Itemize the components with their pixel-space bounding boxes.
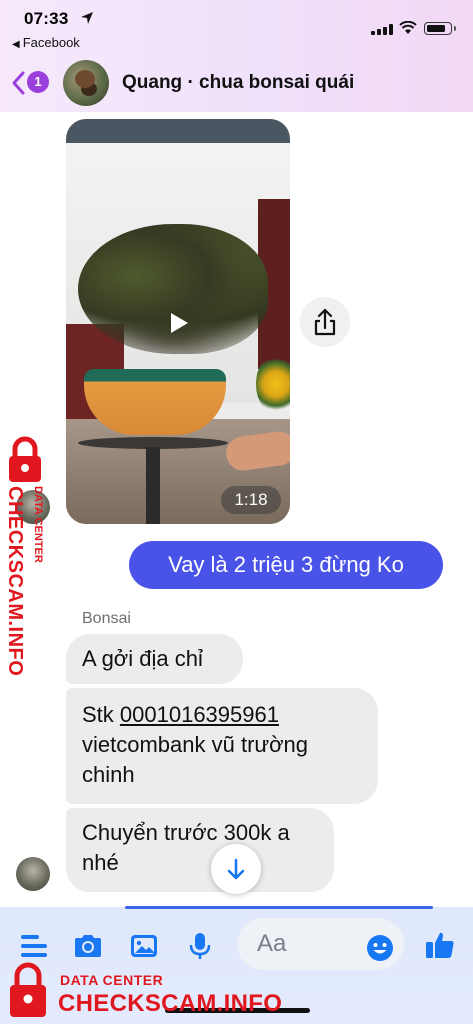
location-arrow-icon bbox=[81, 12, 93, 24]
video-stand bbox=[146, 447, 160, 524]
chat-title[interactable]: Quang · chua bonsai quái bbox=[122, 72, 354, 94]
message-text: Stk bbox=[82, 702, 120, 727]
composer-divider bbox=[125, 906, 433, 909]
incoming-message[interactable]: A gởi địa chỉ bbox=[66, 634, 243, 684]
incoming-message[interactable]: Stk 0001016395961 vietcombank vũ trường … bbox=[66, 688, 378, 804]
battery-icon bbox=[424, 22, 456, 35]
watermark-text: CHECKSCAM.INFO bbox=[58, 990, 283, 1017]
emoji-icon[interactable] bbox=[366, 934, 394, 962]
camera-icon[interactable] bbox=[72, 930, 104, 962]
back-to-app-link[interactable]: ◀ Facebook bbox=[12, 35, 80, 50]
account-number-link[interactable]: 0001016395961 bbox=[120, 702, 279, 727]
wifi-icon bbox=[399, 21, 417, 34]
message-input-placeholder: Aa bbox=[257, 930, 287, 957]
share-button[interactable] bbox=[300, 297, 350, 347]
thumbs-up-icon[interactable] bbox=[424, 929, 456, 961]
video-roof bbox=[66, 119, 290, 143]
status-time: 07:33 bbox=[24, 9, 69, 28]
unread-count-badge: 1 bbox=[27, 71, 49, 93]
message-text: vietcombank vũ trường chinh bbox=[82, 732, 309, 787]
watermark-lock-icon bbox=[9, 436, 41, 482]
outgoing-message[interactable]: Vay là 2 triệu 3 đừng Ko bbox=[129, 541, 443, 589]
video-duration: 1:18 bbox=[221, 486, 281, 514]
watermark-text: CHECKSCAM.INFO bbox=[4, 486, 26, 677]
back-triangle-icon: ◀ bbox=[12, 39, 20, 50]
incoming-message[interactable]: Chuyển trước 300k a nhé bbox=[66, 808, 334, 892]
back-app-label: Facebook bbox=[22, 35, 80, 50]
scroll-to-bottom-button[interactable] bbox=[211, 844, 261, 894]
back-chevron-icon[interactable] bbox=[10, 70, 26, 96]
play-icon[interactable] bbox=[168, 311, 190, 335]
contact-avatar[interactable] bbox=[63, 60, 109, 106]
sender-avatar[interactable] bbox=[16, 857, 50, 891]
watermark-lock-icon bbox=[10, 962, 46, 1017]
menu-icon[interactable] bbox=[18, 930, 50, 962]
microphone-icon[interactable] bbox=[184, 930, 216, 962]
video-flowers bbox=[256, 354, 290, 414]
share-icon bbox=[314, 308, 336, 336]
watermark-subtext: DATA CENTER bbox=[32, 486, 44, 563]
watermark-subtext: DATA CENTER bbox=[60, 972, 164, 988]
gallery-icon[interactable] bbox=[128, 930, 160, 962]
arrow-down-icon bbox=[227, 858, 245, 880]
video-message[interactable]: 1:18 bbox=[66, 119, 290, 524]
sender-name: Bonsai bbox=[82, 610, 131, 627]
cellular-signal-icon bbox=[371, 24, 395, 35]
video-bonsai-pot bbox=[84, 369, 226, 435]
